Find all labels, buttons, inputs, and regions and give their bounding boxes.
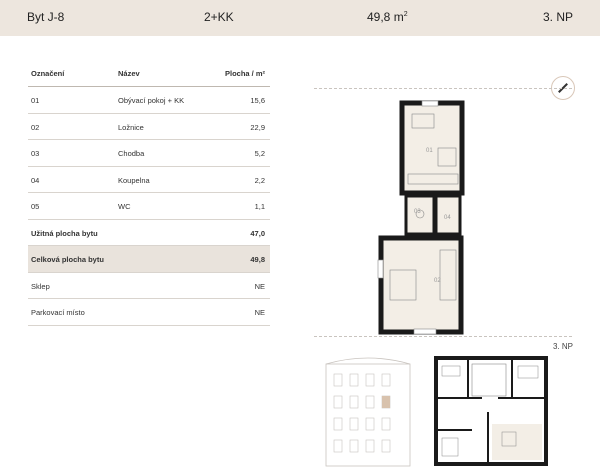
window-icon [377,259,384,279]
table-row: 01 Obývací pokoj + KK 15,6 [28,87,270,114]
label-01: 01 [426,148,433,154]
highlighted-window [382,396,390,408]
label-04: 04 [444,215,451,221]
table-row: 05 WC 1,1 [28,193,270,220]
divider-mid [314,336,572,337]
building-facade [325,357,411,467]
room-03 [404,194,436,236]
col-code-header: Označení [31,69,65,78]
parking-row: Parkovací místo NE [28,299,270,326]
col-area-header: Plocha / m² [224,69,265,78]
total-area-row: Celková plocha bytu 49,8 [28,246,270,273]
label-02: 02 [434,278,441,284]
unit-name: Byt J-8 [27,10,65,24]
table-row: 02 Ložnice 22,9 [28,114,270,140]
table-row: 03 Chodba 5,2 [28,140,270,167]
highlighted-unit [492,424,542,460]
apartment-floor-plan: 01 03 04 02 [377,100,465,335]
header-bar: Byt J-8 2+KK 49,8 m2 3. NP [0,0,600,36]
cellar-row: Sklep NE [28,273,270,299]
floor-overview-plan [434,356,548,466]
window-icon [413,328,437,335]
unit-floor: 3. NP [543,10,574,24]
room-02 [378,235,464,335]
window-icon [421,100,439,107]
room-table: Označení Název Plocha / m² 01 Obývací po… [28,62,270,326]
divider-top [314,88,572,89]
unit-layout: 2+KK [204,10,234,24]
floor-plan-label: 3. NP [553,342,574,351]
table-row: 04 Koupelna 2,2 [28,167,270,193]
col-name-header: Název [118,69,140,78]
unit-area: 49,8 m2 [367,10,408,24]
label-03: 03 [414,209,421,215]
usable-area-row: Užitná plocha bytu 47,0 [28,220,270,246]
table-header: Označení Název Plocha / m² [28,62,270,87]
